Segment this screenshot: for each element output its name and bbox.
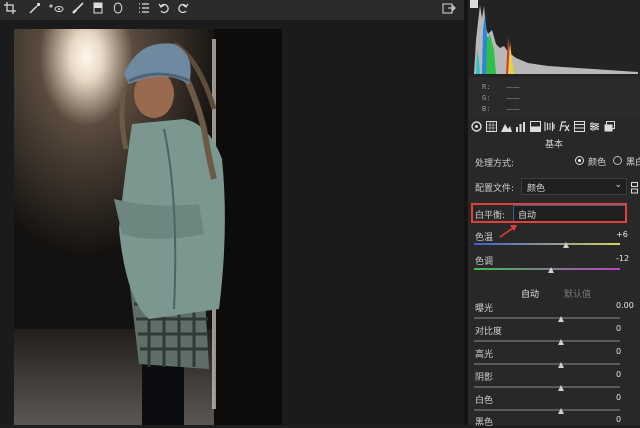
default-button[interactable]: 默认值 [564,287,591,300]
whites-slider-thumb[interactable] [558,408,564,414]
profile-dropdown[interactable]: 颜色 ⌄ [521,178,627,195]
whites-slider[interactable] [474,409,620,411]
contrast-slider[interactable] [474,340,620,342]
panel-tabs [468,120,640,136]
panel-title: 基本 [544,140,563,150]
profile-label: 配置文件: [475,184,515,194]
tint-slider[interactable] [474,268,620,270]
r-value: —— [506,83,520,91]
basic-tab-icon[interactable] [470,121,482,134]
blacks-label: 黑色 [475,418,494,428]
exposure-slider-thumb[interactable] [558,316,564,322]
tint-value[interactable]: -12 [616,254,640,263]
calibration-tab-icon[interactable] [573,121,585,134]
paint-brush-icon[interactable] [71,2,85,18]
b-value: —— [506,105,520,113]
redeye-icon[interactable] [47,2,65,18]
profile-browser-icon[interactable] [631,179,638,194]
treatment-color-radio[interactable] [575,156,584,165]
contrast-value[interactable]: 0 [616,324,640,333]
temp-slider-thumb[interactable] [563,242,569,248]
g-value: —— [506,94,520,102]
highlights-slider[interactable] [474,363,620,365]
lens-tab-icon[interactable] [543,121,555,134]
exposure-slider[interactable] [474,317,620,319]
temp-label: 色温 [475,233,494,243]
b-label: B: [482,105,491,113]
treatment-bw-label: 黑白 [626,158,640,168]
temp-slider[interactable] [474,243,620,245]
r-label: R: [482,83,491,91]
contrast-slider-thumb[interactable] [558,339,564,345]
annotation-arrow [499,225,517,238]
hsl-tab-icon[interactable] [514,121,526,134]
contrast-label: 对比度 [475,327,503,337]
brush-icon[interactable] [28,2,42,18]
exposure-value[interactable]: 0.00 [616,301,640,310]
highlights-slider-thumb[interactable] [558,362,564,368]
snapshots-tab-icon[interactable] [603,121,615,134]
detail-tab-icon[interactable] [500,121,512,134]
shadows-slider[interactable] [474,386,620,388]
highlights-value[interactable]: 0 [616,347,640,356]
rotate-left-icon[interactable] [157,2,171,18]
adjustment-panel: R: —— G: —— B: —— 基本 处理方式: 颜色 黑白 配置文件: 颜… [468,0,640,428]
whites-label: 白色 [475,396,494,406]
effects-tab-icon[interactable] [558,121,570,134]
tint-label: 色调 [475,257,494,267]
treatment-label: 处理方式: [475,159,515,169]
highlight-box [471,203,627,223]
blacks-value[interactable]: 0 [616,415,640,424]
image-canvas[interactable] [0,20,464,425]
treatment-color-label: 颜色 [588,158,607,168]
profile-value: 颜色 [527,184,546,194]
temp-value[interactable]: +6 [616,230,640,239]
shadows-slider-thumb[interactable] [558,385,564,391]
split-toning-tab-icon[interactable] [529,121,541,134]
treatment-bw-radio[interactable] [613,156,622,165]
rotate-right-icon[interactable] [176,2,190,18]
rgb-readout: R: —— G: —— B: —— [468,77,640,117]
list-icon[interactable] [137,2,151,18]
tint-slider-thumb[interactable] [548,267,554,273]
highlights-label: 高光 [475,350,494,360]
toolbar [0,0,464,20]
chevron-down-icon: ⌄ [614,180,622,190]
shadows-label: 阴影 [475,373,494,383]
whites-value[interactable]: 0 [616,393,640,402]
shadows-value[interactable]: 0 [616,370,640,379]
presets-tab-icon[interactable] [588,121,600,134]
export-icon[interactable] [441,2,457,18]
gradient-filter-icon[interactable] [92,2,104,18]
auto-button[interactable]: 自动 [521,287,539,300]
exposure-label: 曝光 [475,304,494,314]
g-label: G: [482,94,491,102]
tone-curve-tab-icon[interactable] [485,121,497,134]
histogram [468,0,640,77]
radial-filter-icon[interactable] [112,2,124,18]
crop-icon[interactable] [3,2,17,18]
photo-preview[interactable] [14,29,282,425]
